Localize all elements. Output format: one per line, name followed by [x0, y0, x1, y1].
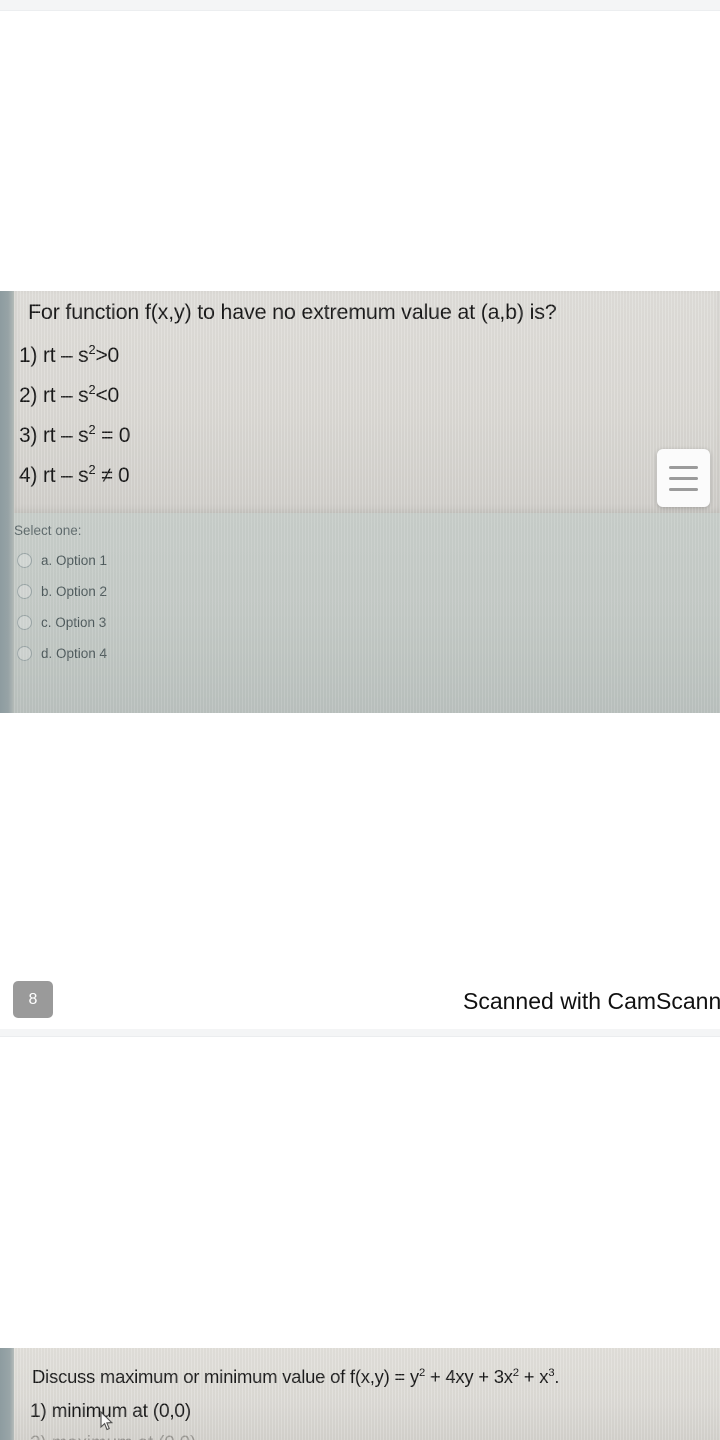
question-title: For function f(x,y) to have no extremum …: [28, 300, 557, 324]
hamburger-line-2: [669, 476, 698, 480]
question2-choice-2: 2) maximum at (0,0): [30, 1433, 196, 1440]
camscanner-watermark: Scanned with CamScanner: [463, 988, 720, 1014]
question-paper-area: For function f(x,y) to have no extremum …: [14, 291, 720, 513]
hamburger-menu-icon[interactable]: [657, 449, 710, 507]
question-choice-4: 4) rt – s2 ≠ 0: [19, 462, 130, 487]
scanned-page-image-top: For function f(x,y) to have no extremum …: [0, 291, 720, 713]
radio-button-icon-b[interactable]: [17, 584, 32, 599]
question-choice-2: 2) rt – s2<0: [19, 382, 119, 407]
radio-button-icon-c[interactable]: [17, 615, 32, 630]
question2-title: Discuss maximum or minimum value of f(x,…: [32, 1366, 560, 1387]
scan2-left-edge-band: [0, 1348, 14, 1440]
radio-button-icon-a[interactable]: [17, 553, 32, 568]
select-one-label: Select one:: [14, 523, 82, 538]
question-choice-1: 1) rt – s2>0: [19, 342, 119, 367]
quiz-option-c[interactable]: c. Option 3: [17, 615, 106, 630]
quiz-option-d-label: d. Option 4: [41, 646, 108, 661]
question2-paper-area: Discuss maximum or minimum value of f(x,…: [14, 1348, 720, 1440]
page-number-badge: 8: [13, 981, 53, 1018]
quiz-option-b-label: b. Option 2: [41, 584, 108, 599]
question-choice-3: 3) rt – s2 = 0: [19, 422, 131, 447]
top-divider-bar: [0, 0, 720, 11]
quiz-option-d[interactable]: d. Option 4: [17, 646, 107, 661]
quiz-option-c-label: c. Option 3: [41, 615, 107, 630]
quiz-option-a[interactable]: a. Option 1: [17, 553, 107, 568]
quiz-option-a-label: a. Option 1: [41, 553, 108, 568]
mouse-cursor-icon: [100, 1411, 114, 1431]
radio-button-icon-d[interactable]: [17, 646, 32, 661]
quiz-answer-area: Select one: a. Option 1 b. Option 2 c. O…: [14, 513, 720, 713]
hamburger-line-3: [669, 487, 698, 491]
quiz-option-b[interactable]: b. Option 2: [17, 584, 107, 599]
scan-left-edge-band: [0, 291, 14, 713]
hamburger-line-1: [669, 465, 698, 469]
section-divider: [0, 1029, 720, 1037]
